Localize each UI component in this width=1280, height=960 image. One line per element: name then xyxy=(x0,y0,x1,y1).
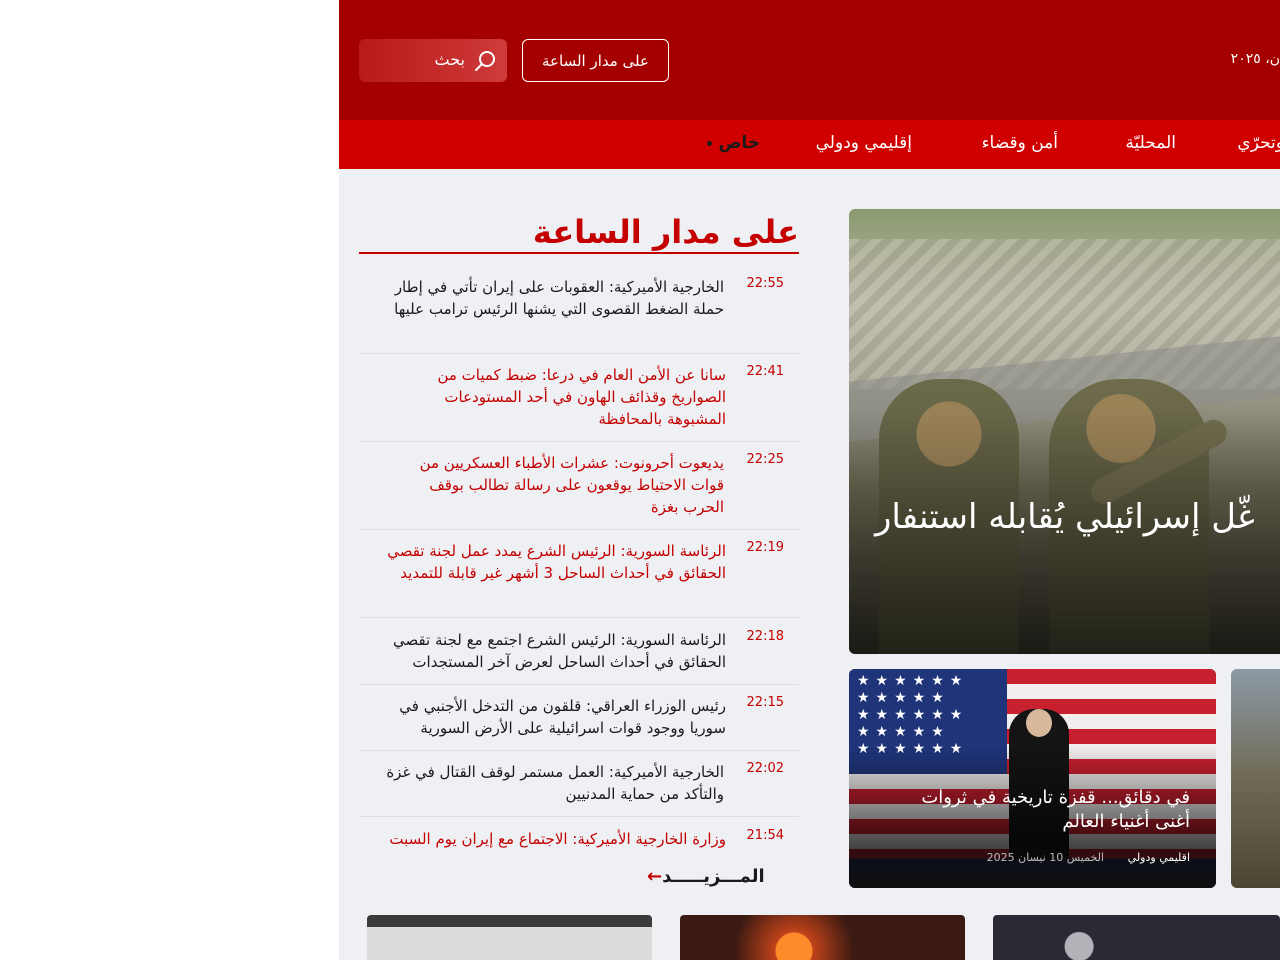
card-title[interactable]: في دقائق... قفزة تاريخية في ثروات أغنى أ… xyxy=(890,786,1190,834)
article-thumbnail[interactable] xyxy=(367,915,652,960)
nav-item-regional-international[interactable]: إقليمي ودولي xyxy=(816,133,912,153)
title-underline xyxy=(359,252,799,254)
news-item[interactable]: 22:41 سانا عن الأمن العام في درعا: ضبط ك… xyxy=(359,364,799,442)
more-label: المـــزيـــــد xyxy=(662,866,765,887)
search-icon xyxy=(475,51,495,71)
news-item[interactable]: 22:18 الرئاسة السورية: الرئيس الشرع اجتم… xyxy=(359,629,799,685)
news-item[interactable]: 22:19 الرئاسة السورية: الرئيس الشرع يمدد… xyxy=(359,540,799,618)
article-card[interactable]: ★★★★★★ ★★★★★ ★★★★★★ ★★★★★ ★★★★★★ في دقائ… xyxy=(849,669,1216,888)
news-headline[interactable]: الرئاسة السورية: الرئيس الشرع اجتمع مع ل… xyxy=(386,629,726,673)
search-label: بحث xyxy=(434,50,466,69)
news-time: 21:54 xyxy=(746,828,784,843)
card-category[interactable]: اقليمي ودولي xyxy=(1128,851,1190,864)
nav-item-special-label: خاص xyxy=(718,133,760,153)
news-headline[interactable]: الخارجية الأميركية: العقوبات على إيران ت… xyxy=(384,276,724,320)
news-time: 22:15 xyxy=(746,695,784,710)
news-item[interactable]: 22:15 رئيس الوزراء العراقي: قلقون من الت… xyxy=(359,695,799,751)
card-date: الخميس 10 نيسان 2025 xyxy=(986,851,1104,864)
hero-title[interactable]: غّل إسرائيلي يُقابله استنفار xyxy=(875,497,1280,537)
news-headline[interactable]: الرئاسة السورية: الرئيس الشرع يمدد عمل ل… xyxy=(386,540,726,584)
article-card-partial[interactable] xyxy=(1231,669,1280,888)
news-item[interactable]: 22:02 الخارجية الأميركية: العمل مستمر لو… xyxy=(359,761,799,817)
hero-article[interactable]: غّل إسرائيلي يُقابله استنفار xyxy=(849,209,1280,654)
nav-item-special[interactable]: خاص xyxy=(707,133,760,153)
news-headline[interactable]: وزارة الخارجية الأميركية: الاجتماع مع إي… xyxy=(366,828,726,848)
news-headline[interactable]: رئيس الوزراء العراقي: قلقون من التدخل ال… xyxy=(386,695,726,739)
arrow-left-icon: ← xyxy=(647,866,663,887)
news-headline[interactable]: الخارجية الأميركية: العمل مستمر لوقف الق… xyxy=(384,761,724,805)
nav-item-local[interactable]: المحليّة xyxy=(1125,133,1176,153)
news-item[interactable]: 21:54 وزارة الخارجية الأميركية: الاجتماع… xyxy=(359,828,799,848)
news-time: 22:19 xyxy=(746,540,784,555)
news-headline[interactable]: يديعوت أحرونوت: عشرات الأطباء العسكريين … xyxy=(384,452,724,518)
article-thumbnail[interactable] xyxy=(993,915,1280,960)
main-nav: وتحرّي المحليّة أمن وقضاء إقليمي ودولي خ… xyxy=(339,120,1280,169)
header-date: ن، ٢٠٢٥ xyxy=(1230,51,1280,67)
bullet-dot-icon xyxy=(707,140,713,146)
more-link[interactable]: المـــزيـــــد← xyxy=(639,866,765,887)
news-time: 22:02 xyxy=(746,761,784,776)
news-time: 22:25 xyxy=(746,452,784,467)
news-time: 22:55 xyxy=(746,276,784,291)
around-clock-button[interactable]: على مدار الساعة xyxy=(522,39,669,82)
hero-image-overlay xyxy=(849,209,1280,654)
nav-item-investigation[interactable]: وتحرّي xyxy=(1237,133,1280,153)
news-time: 22:41 xyxy=(746,364,784,379)
search-box[interactable]: بحث xyxy=(359,39,507,82)
news-time: 22:18 xyxy=(746,629,784,644)
news-item[interactable]: 22:25 يديعوت أحرونوت: عشرات الأطباء العس… xyxy=(359,452,799,530)
news-headline[interactable]: سانا عن الأمن العام في درعا: ضبط كميات م… xyxy=(386,364,726,430)
around-clock-title: على مدار الساعة xyxy=(532,213,799,251)
nav-item-security-justice[interactable]: أمن وقضاء xyxy=(982,133,1058,153)
page-viewport: بحث على مدار الساعة ن، ٢٠٢٥ وتحرّي المحل… xyxy=(339,0,1280,960)
top-header: بحث على مدار الساعة ن، ٢٠٢٥ xyxy=(339,0,1280,120)
news-item[interactable]: 22:55 الخارجية الأميركية: العقوبات على إ… xyxy=(359,276,799,354)
article-thumbnail[interactable] xyxy=(680,915,965,960)
